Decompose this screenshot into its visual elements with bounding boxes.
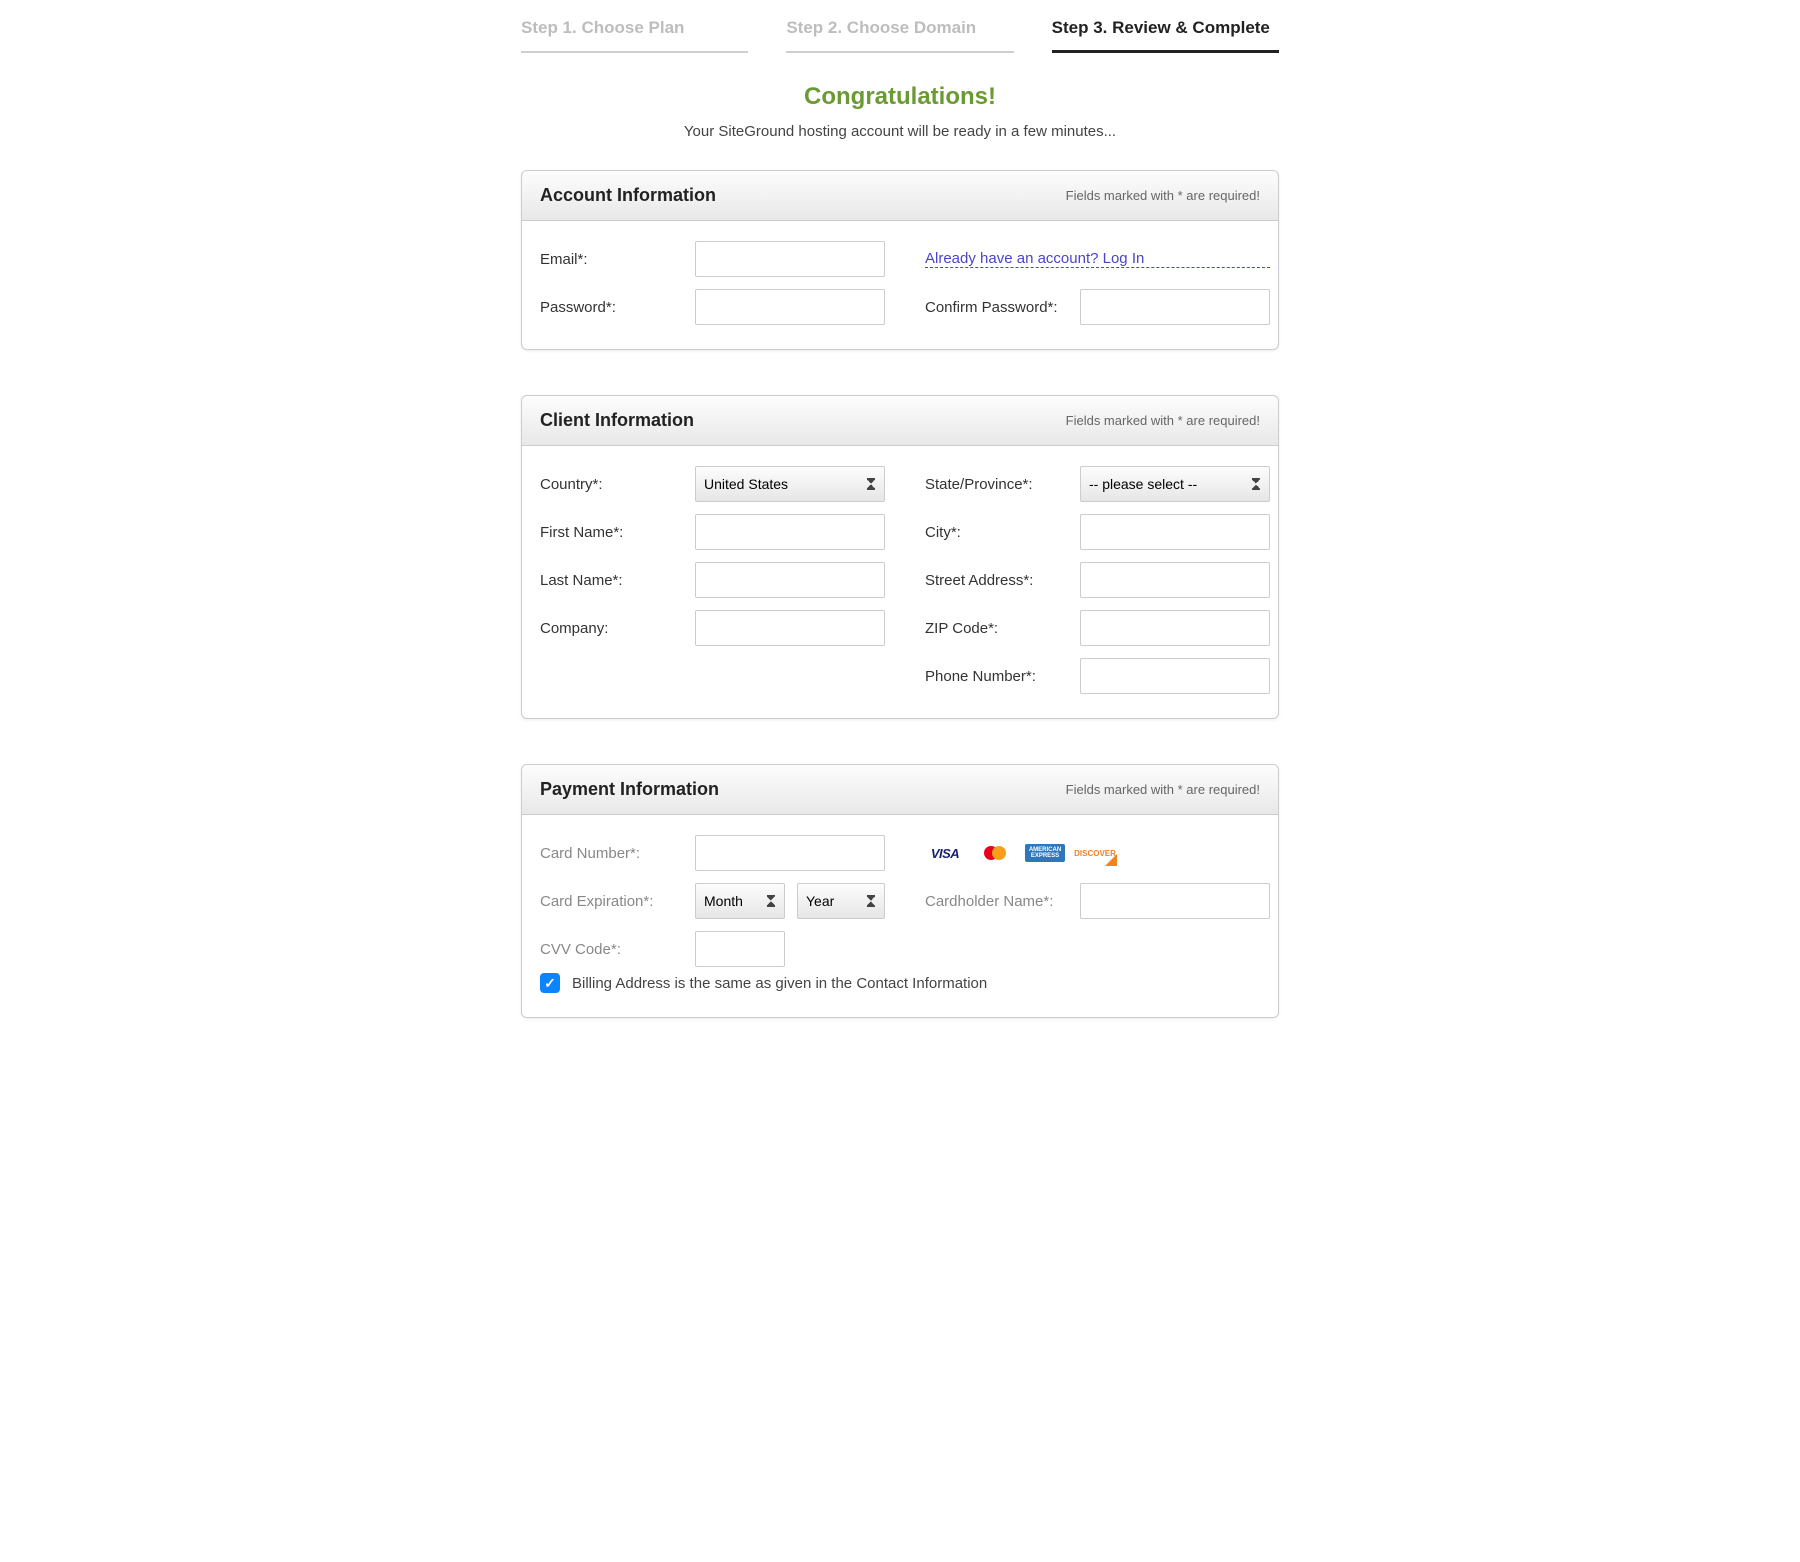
required-note: Fields marked with * are required!	[1066, 188, 1260, 203]
cardholder-field[interactable]	[1080, 883, 1270, 919]
card-expiration-label: Card Expiration*:	[540, 893, 695, 910]
congratulations-heading: Congratulations!	[300, 83, 1500, 111]
required-note: Fields marked with * are required!	[1066, 782, 1260, 797]
country-select[interactable]: United States	[695, 466, 885, 502]
account-information-panel: Account Information Fields marked with *…	[521, 170, 1279, 350]
client-information-panel: Client Information Fields marked with * …	[521, 395, 1279, 719]
zip-field[interactable]	[1080, 610, 1270, 646]
cardholder-label: Cardholder Name*:	[925, 893, 1080, 910]
phone-field[interactable]	[1080, 658, 1270, 694]
confirm-password-field[interactable]	[1080, 289, 1270, 325]
panel-header: Account Information Fields marked with *…	[522, 171, 1278, 221]
first-name-label: First Name*:	[540, 524, 695, 541]
panel-title: Client Information	[540, 410, 694, 431]
tab-step-3[interactable]: Step 3. Review & Complete	[1052, 10, 1279, 53]
panel-header: Client Information Fields marked with * …	[522, 396, 1278, 446]
email-field[interactable]	[695, 241, 885, 277]
country-label: Country*:	[540, 476, 695, 493]
required-note: Fields marked with * are required!	[1066, 413, 1260, 428]
exp-month-select[interactable]: Month	[695, 883, 785, 919]
state-select[interactable]: -- please select --	[1080, 466, 1270, 502]
amex-icon: AMERICAN EXPRESS	[1025, 844, 1065, 862]
password-field[interactable]	[695, 289, 885, 325]
company-label: Company:	[540, 620, 695, 637]
checkout-steps: Step 1. Choose Plan Step 2. Choose Domai…	[521, 10, 1279, 53]
card-number-field[interactable]	[695, 835, 885, 871]
state-label: State/Province*:	[925, 476, 1080, 493]
phone-label: Phone Number*:	[925, 668, 1080, 685]
billing-same-checkbox[interactable]: ✓	[540, 973, 560, 993]
confirm-password-label: Confirm Password*:	[925, 299, 1080, 316]
panel-header: Payment Information Fields marked with *…	[522, 765, 1278, 815]
street-address-label: Street Address*:	[925, 572, 1080, 589]
cvv-label: CVV Code*:	[540, 941, 695, 958]
exp-year-select[interactable]: Year	[797, 883, 885, 919]
panel-title: Payment Information	[540, 779, 719, 800]
first-name-field[interactable]	[695, 514, 885, 550]
company-field[interactable]	[695, 610, 885, 646]
last-name-label: Last Name*:	[540, 572, 695, 589]
discover-icon: DISCOVER	[1075, 844, 1115, 862]
zip-label: ZIP Code*:	[925, 620, 1080, 637]
panel-title: Account Information	[540, 185, 716, 206]
accepted-cards: VISA AMERICAN EXPRESS DISCOVER	[925, 844, 1270, 862]
card-number-label: Card Number*:	[540, 845, 695, 862]
email-label: Email*:	[540, 251, 695, 268]
congratulations-subtext: Your SiteGround hosting account will be …	[300, 123, 1500, 140]
billing-same-label: Billing Address is the same as given in …	[572, 975, 987, 992]
tab-step-2[interactable]: Step 2. Choose Domain	[786, 10, 1013, 53]
city-label: City*:	[925, 524, 1080, 541]
city-field[interactable]	[1080, 514, 1270, 550]
street-address-field[interactable]	[1080, 562, 1270, 598]
tab-step-1[interactable]: Step 1. Choose Plan	[521, 10, 748, 53]
password-label: Password*:	[540, 299, 695, 316]
payment-information-panel: Payment Information Fields marked with *…	[521, 764, 1279, 1018]
visa-icon: VISA	[925, 844, 965, 862]
cvv-field[interactable]	[695, 931, 785, 967]
mastercard-icon	[975, 844, 1015, 862]
login-link[interactable]: Already have an account? Log In	[925, 250, 1270, 268]
last-name-field[interactable]	[695, 562, 885, 598]
